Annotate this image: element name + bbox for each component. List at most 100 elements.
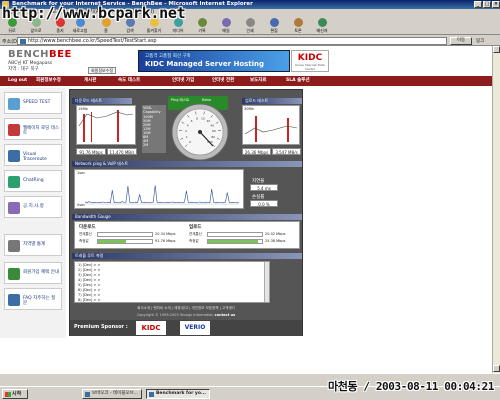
download-mbps: 91.76 Mbps: [76, 148, 106, 155]
sidebar-label: 공.지.사.항: [23, 204, 44, 209]
download-line: [78, 111, 134, 127]
bw-download-measured-value: 91.76 Mbps: [155, 239, 176, 243]
kidc-logo: KIDC: [297, 53, 323, 63]
address-bar: 주소(D) http://www.benchbee.co.kr/SpeedTes…: [0, 35, 500, 46]
faq-icon: [8, 294, 20, 306]
messenger-button[interactable]: 메신저: [314, 18, 330, 34]
speed-gauge: 012468 1020406080100: [171, 103, 229, 161]
sidebar-label: SPEED TEST: [23, 100, 51, 105]
sidebar-item-member[interactable]: 회원가입 혜택 안내: [4, 262, 62, 284]
print-button[interactable]: 인쇄: [242, 18, 258, 34]
windows-logo-icon: [5, 392, 11, 397]
nav-sla[interactable]: SLA 솔루션: [286, 76, 310, 86]
user-info: ABC님 KT Megapass 지역 : 대구 북구: [8, 61, 52, 73]
ping-line: [84, 185, 240, 204]
trace-scrollbar[interactable]: [264, 262, 269, 302]
bw-download-contract-value: 20.34 Mbps: [155, 232, 176, 236]
printer-icon: [245, 18, 255, 27]
history-button[interactable]: 기록: [194, 18, 210, 34]
history-icon: [197, 18, 207, 27]
sidebar-item-web-loading[interactable]: 웹페이지 로딩 테스트: [4, 118, 62, 140]
sidebar-label: FAQ 자주하는 질문: [23, 296, 56, 306]
member-icon: [8, 268, 20, 280]
sidebar-item-speedtest[interactable]: SPEED TEST: [4, 92, 62, 114]
address-input[interactable]: http://www.benchbee.co.kr/SpeedTest/Test…: [17, 37, 447, 45]
close-button[interactable]: ×: [492, 1, 500, 8]
edit-profile-button[interactable]: 회원정보수정: [88, 67, 116, 74]
favorites-label: 즐겨찾기: [146, 28, 162, 33]
bandwidth-title: Bandwidth Gauge: [72, 214, 302, 220]
upload-graph: 30Mb: [242, 105, 300, 145]
mail-button[interactable]: 메일: [218, 18, 234, 34]
ping-chart: 1sec 0sec: [74, 169, 244, 209]
nav-switch[interactable]: 인터넷 전환: [212, 76, 234, 86]
gauge-tick-label: 2: [185, 129, 187, 133]
stats-icon: [8, 240, 20, 252]
gauge-tick-label: 20: [206, 119, 210, 123]
sponsor-label: Premium Sponsor :: [74, 324, 128, 330]
home-label: 홈: [104, 28, 108, 33]
gauge-tick-label: 80: [211, 135, 215, 139]
download-title: 다운로드 테스트: [72, 98, 132, 104]
task-label: Benchmark for yo...: [156, 391, 207, 396]
download-bar: [91, 112, 92, 142]
nav-speedtest[interactable]: 속도 테스트: [118, 76, 140, 86]
sidebar-item-faq[interactable]: FAQ 자주하는 질문: [4, 288, 62, 310]
logo-bench: BENCH: [8, 49, 50, 60]
links-button[interactable]: 링크: [476, 38, 484, 44]
upload-kbs: 3,547 MB/s: [272, 148, 301, 155]
scroll-up-arrow-icon[interactable]: [493, 46, 500, 53]
go-button[interactable]: 이동: [450, 37, 472, 45]
gauge-tick-label: 10: [201, 116, 205, 120]
upload-mbps: 26.36 Mbps: [242, 148, 271, 155]
vertical-scrollbar[interactable]: [492, 46, 500, 373]
kidc-logo-banner[interactable]: KIDC Korea Internet Data Center: [291, 50, 329, 72]
nav-board[interactable]: 게시판: [84, 76, 96, 86]
nav-profile[interactable]: 회원정보수정: [36, 76, 61, 86]
sponsor-kidc-logo[interactable]: KIDC: [136, 321, 166, 335]
gauge-tick-label: 40: [210, 123, 214, 127]
bw-download-measured-bar: [97, 239, 153, 244]
gauge-hub: [198, 130, 202, 134]
scroll-down-arrow-icon[interactable]: [493, 365, 500, 372]
gauge-tick-label: 0: [189, 140, 191, 144]
bw-upload-contract-value: 20.02 Mbps: [265, 232, 286, 236]
gauge-tick-label: 1: [186, 135, 188, 139]
upload-graph-svg: [244, 116, 298, 142]
footer-links[interactable]: 회사소개 | 벤치비 소개 | 제휴/광고 | 개인정보 보호정책 | 고객센터: [70, 306, 302, 311]
trace-list[interactable]: 1) [Dev] > > 2) [Dev] > > 3) [Dev] > > 4…: [74, 261, 270, 303]
task-button[interactable]: 보바오크 - 테이블오브...: [82, 389, 142, 399]
nav-press[interactable]: 보도자료: [250, 76, 267, 86]
back-label: 뒤로: [8, 28, 16, 33]
nav-join[interactable]: 인터넷 가입: [172, 76, 194, 86]
discuss-button[interactable]: 토론: [290, 18, 306, 34]
capture-timestamp: 마천동 / 2003-08-11 00:04:21: [328, 380, 495, 393]
kidc-banner[interactable]: 고품격 고품질 회선 구축 KIDC Managed Server Hostin…: [138, 50, 290, 72]
contact-link[interactable]: contact us: [215, 313, 236, 317]
sidebar-label: 회원가입 혜택 안내: [23, 270, 59, 275]
edit-button[interactable]: 편집: [266, 18, 282, 34]
traceroute-icon: [8, 150, 20, 162]
banner-line-2: KIDC Managed Server Hosting: [145, 60, 265, 68]
task-button-active[interactable]: Benchmark for yo...: [146, 389, 210, 399]
maximize-button[interactable]: □: [483, 1, 491, 8]
kidc-sub: Korea Internet Data Center: [295, 63, 325, 71]
sidebar-item-stats[interactable]: 지역별 통계: [4, 234, 62, 256]
sponsor-verio-logo[interactable]: VERIO: [180, 321, 210, 335]
task-label: 보바오크 - 테이블오브...: [92, 391, 139, 396]
copyright-text: Copyright © 1999-2003 Youngs Information: [136, 313, 214, 317]
sidebar-item-traceroute[interactable]: Visual Traceroute: [4, 144, 62, 166]
sidebar-label: ChatRing: [23, 178, 44, 183]
bandwidth-panel: 다운로드 연계통신 측정값 20.34 Mbps 91.76 Mbps 업로드 …: [74, 221, 300, 249]
logout-link[interactable]: Log out: [8, 76, 27, 86]
minimize-button[interactable]: _: [474, 1, 482, 8]
start-button[interactable]: 시작: [2, 389, 28, 399]
chat-icon: [8, 176, 20, 188]
forward-label: 앞으로: [30, 28, 42, 33]
sidebar-item-notice[interactable]: 공.지.사.항: [4, 196, 62, 218]
mail-icon: [221, 18, 231, 27]
search-label: 검색: [126, 28, 134, 33]
download-graph-svg: [78, 110, 134, 142]
benchbee-logo[interactable]: BENCHBEE: [8, 49, 72, 60]
sidebar-item-chatring[interactable]: ChatRing: [4, 170, 62, 192]
